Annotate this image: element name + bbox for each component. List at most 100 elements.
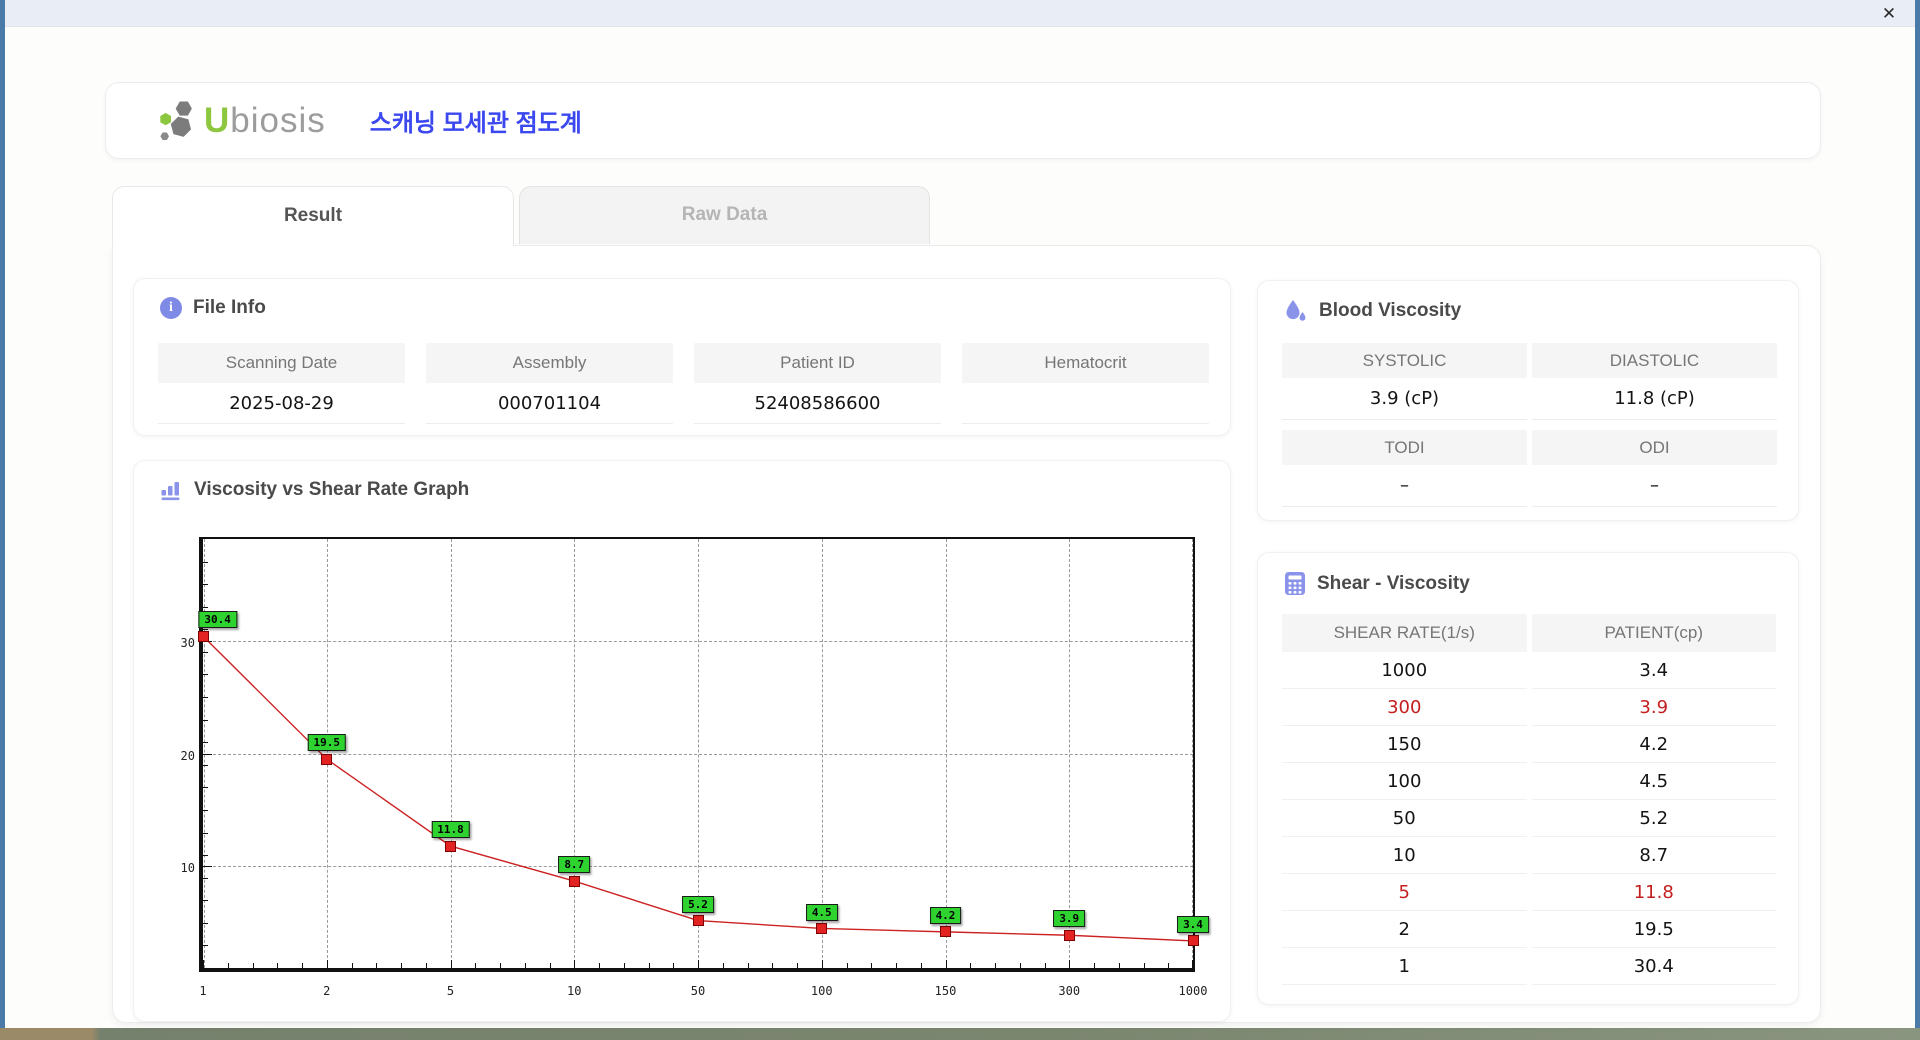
app-window: ✕ Ubiosis 스캐닝 모세관 점도계 Result Raw Data i … xyxy=(0,0,1920,1028)
file-info-panel: i File Info Scanning Date 2025-08-29 Assem… xyxy=(133,278,1231,436)
shear-rate-cell: 1000 xyxy=(1282,652,1527,689)
shear-rate-cell: 10 xyxy=(1282,837,1527,874)
data-point-marker xyxy=(1187,935,1199,947)
info-icon: i xyxy=(160,297,182,319)
y-tick-label: 10 xyxy=(180,861,195,876)
x-tick-label: 2 xyxy=(323,984,331,998)
x-tick-label: 10 xyxy=(567,984,582,998)
shear-rate-cell: 150 xyxy=(1282,726,1527,763)
data-point-marker xyxy=(445,840,456,852)
graph-title: Viscosity vs Shear Rate Graph xyxy=(194,479,470,500)
table-row: 300 3.9 xyxy=(1282,689,1776,726)
systolic-diastolic-table: SYSTOLIC 3.9 (cP) DIASTOLIC 11.8 (cP) xyxy=(1282,343,1777,420)
field-label: Hematocrit xyxy=(962,343,1209,383)
data-point-label: 3.9 xyxy=(1053,910,1086,928)
shear-viscosity-title: Shear - Viscosity xyxy=(1317,572,1470,594)
shear-rate-cell: 2 xyxy=(1282,911,1527,948)
data-point-marker xyxy=(568,875,580,887)
tab-raw-data[interactable]: Raw Data xyxy=(519,186,930,244)
todi-odi-table: TODI – ODI – xyxy=(1282,430,1777,507)
patient-cp-cell: 3.4 xyxy=(1531,652,1776,689)
table-row: 1 30.4 xyxy=(1282,948,1776,985)
patient-cp-cell: 5.2 xyxy=(1531,800,1776,837)
blood-viscosity-panel: Blood Viscosity SYSTOLIC 3.9 (cP) DIASTOLI… xyxy=(1257,280,1799,521)
blood-metric-value: 11.8 (cP) xyxy=(1532,378,1777,420)
shear-rate-cell: 5 xyxy=(1282,874,1527,911)
blood-metric-label: TODI xyxy=(1282,430,1527,465)
brand-header: Ubiosis 스캐닝 모세관 점도계 xyxy=(105,82,1821,159)
data-point-label: 11.8 xyxy=(431,821,470,839)
file-info-title: File Info xyxy=(193,297,266,318)
patient-cp-cell: 4.5 xyxy=(1531,763,1776,800)
blood-viscosity-title: Blood Viscosity xyxy=(1319,300,1462,321)
blood-metric-value: 3.9 (cP) xyxy=(1282,378,1527,420)
shear-table-header: SHEAR RATE(1/s) PATIENT(cp) xyxy=(1282,614,1776,652)
blood-metric-value: – xyxy=(1282,465,1527,507)
data-point-marker xyxy=(197,630,209,642)
calculator-icon xyxy=(1285,572,1305,595)
blood-metric-label: ODI xyxy=(1532,430,1777,465)
data-point-marker xyxy=(940,926,951,938)
table-row: 10 8.7 xyxy=(1282,837,1776,874)
field-label: Patient ID xyxy=(694,343,941,383)
data-point-marker xyxy=(816,922,828,934)
file-info-field: Scanning Date 2025-08-29 xyxy=(158,343,405,424)
page-title: 스캐닝 모세관 점도계 xyxy=(369,110,582,137)
field-value: 52408586600 xyxy=(694,383,941,424)
table-row: 5 11.8 xyxy=(1282,874,1776,911)
x-tick-label: 5 xyxy=(446,984,455,998)
shear-table-body: 1000 3.4 300 3.9 150 4.2 100 4.5 50 5.2 10 8.7 5 11.8… xyxy=(1282,652,1776,985)
shear-viscosity-table: SHEAR RATE(1/s) PATIENT(cp) 1000 3.4 300 3.… xyxy=(1282,614,1776,985)
data-point-label: 4.5 xyxy=(805,903,838,921)
data-point-marker xyxy=(1063,929,1075,941)
patient-cp-cell: 8.7 xyxy=(1531,837,1776,874)
data-point-label: 4.2 xyxy=(929,906,962,924)
shear-rate-cell: 300 xyxy=(1282,689,1527,726)
blood-viscosity-cell: TODI – xyxy=(1282,430,1527,507)
data-point-label: 3.4 xyxy=(1177,915,1209,933)
tab-result[interactable]: Result xyxy=(112,186,514,246)
blood-metric-value: – xyxy=(1532,465,1777,507)
file-info-field: Assembly 000701104 xyxy=(426,343,673,424)
table-row: 2 19.5 xyxy=(1282,911,1776,948)
patient-column-header: PATIENT(cp) xyxy=(1531,614,1776,652)
result-tab-content: i File Info Scanning Date 2025-08-29 Assem… xyxy=(112,245,1821,1023)
file-info-fields: Scanning Date 2025-08-29 Assembly 000701104… xyxy=(158,343,1209,424)
x-tick-label: 50 xyxy=(690,984,706,998)
shear-rate-cell: 1 xyxy=(1282,948,1527,985)
viscosity-graph-panel: Viscosity vs Shear Rate Graph 30.4 19.5 11… xyxy=(133,460,1231,1022)
hexagon-logo-icon xyxy=(160,101,192,140)
field-label: Scanning Date xyxy=(158,343,405,383)
patient-cp-cell: 11.8 xyxy=(1531,874,1776,911)
close-icon[interactable]: ✕ xyxy=(1879,4,1899,24)
blood-metric-label: SYSTOLIC xyxy=(1282,343,1527,378)
ubiosis-logo: Ubiosis xyxy=(158,98,326,144)
data-point-label: 19.5 xyxy=(307,734,346,752)
viscosity-chart: 30.4 19.5 11.8 8.7 5.2 4.5 4.2 3.9 3.4 xyxy=(197,537,1209,972)
file-info-field: Patient ID 52408586600 xyxy=(694,343,941,424)
table-row: 150 4.2 xyxy=(1282,726,1776,763)
blood-viscosity-cell: ODI – xyxy=(1532,430,1777,507)
x-tick-label: 1 xyxy=(199,984,207,998)
table-row: 50 5.2 xyxy=(1282,800,1776,837)
shear-rate-cell: 100 xyxy=(1282,763,1527,800)
data-point-marker xyxy=(692,915,704,927)
data-point-label: 8.7 xyxy=(558,856,591,874)
patient-cp-cell: 19.5 xyxy=(1531,911,1776,948)
data-point-label: 5.2 xyxy=(682,895,714,913)
bar-chart-icon xyxy=(161,481,180,500)
desktop-background xyxy=(0,1026,1920,1040)
blood-viscosity-cell: DIASTOLIC 11.8 (cP) xyxy=(1532,343,1777,420)
patient-cp-cell: 30.4 xyxy=(1531,948,1776,985)
y-tick-label: 20 xyxy=(180,748,195,763)
field-value: 2025-08-29 xyxy=(158,383,405,424)
x-tick-label: 300 xyxy=(1058,984,1081,998)
logo-text: Ubiosis xyxy=(204,100,326,140)
x-tick-label: 150 xyxy=(934,984,957,998)
shear-viscosity-panel: Shear - Viscosity SHEAR RATE(1/s) PATIEN… xyxy=(1257,552,1799,1005)
y-tick-label: 30 xyxy=(180,635,195,650)
chart-plot-area: 30.4 19.5 11.8 8.7 5.2 4.5 4.2 3.9 3.4 xyxy=(197,539,1209,968)
blood-viscosity-cell: SYSTOLIC 3.9 (cP) xyxy=(1282,343,1527,420)
field-label: Assembly xyxy=(426,343,673,383)
field-value xyxy=(962,383,1209,424)
